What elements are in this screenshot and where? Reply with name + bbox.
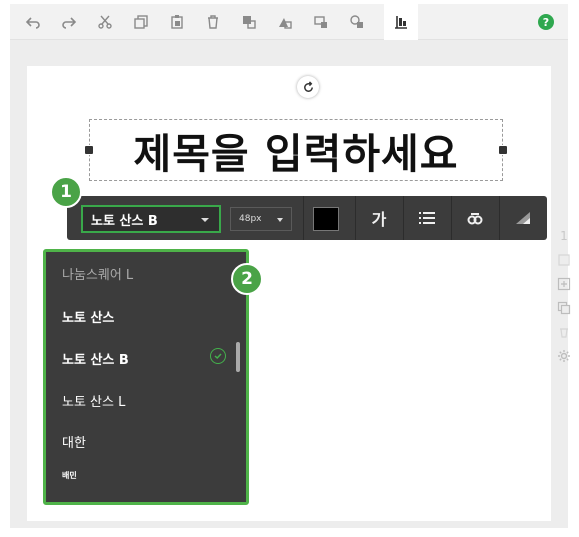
divider [355,196,356,240]
dropdown-scrollbar[interactable] [236,342,240,372]
font-option-noto-sans-l[interactable]: 노토 산스 L [62,391,125,410]
slide-canvas[interactable]: 제목을 입력하세요 노토 산스 B 48px 가 나눔스퀘어 L 노토 산스 노… [27,66,551,521]
font-family-value: 노토 산스 B [91,213,158,229]
step-badge-2: 2 [231,263,263,295]
font-option-noto-sans-b[interactable]: 노토 산스 B [62,349,129,368]
font-option-baemin[interactable]: 배민 [62,470,77,481]
rotate-icon[interactable] [297,76,319,98]
step-badge-1: 1 [50,176,82,208]
opacity-icon[interactable] [509,206,537,230]
delete-icon[interactable] [196,8,230,36]
check-icon [210,348,226,364]
page-thumbnail-icon[interactable] [556,252,572,268]
page-number: 1 [560,229,568,243]
cut-icon[interactable] [88,8,122,36]
send-backward-icon[interactable] [268,8,302,36]
divider [499,196,500,240]
divider [403,196,404,240]
settings-gear-icon[interactable] [556,348,572,364]
chevron-down-icon [201,218,209,222]
editor-app: ? 1 제목을 입력하세요 노토 산스 B 48px 가 나눔스퀘어 L 노토 … [10,4,571,528]
text-style-button[interactable]: 가 [365,206,393,230]
help-icon[interactable]: ? [538,14,554,30]
font-family-select[interactable]: 노토 산스 B [81,205,221,233]
font-size-value: 48px [239,214,262,224]
add-page-icon[interactable] [556,276,572,292]
main-toolbar: ? [10,4,568,40]
redo-icon[interactable] [52,8,86,36]
chevron-down-icon [277,218,283,222]
divider [451,196,452,240]
bring-forward-icon[interactable] [232,8,266,36]
ungroup-icon[interactable] [340,8,374,36]
undo-icon[interactable] [16,8,50,36]
group-icon[interactable] [304,8,338,36]
text-color-swatch[interactable] [313,207,339,231]
title-text[interactable]: 제목을 입력하세요 [90,120,502,180]
paste-icon[interactable] [160,8,194,36]
divider [303,196,304,240]
delete-page-icon[interactable] [556,324,572,340]
font-size-select[interactable]: 48px [230,207,292,231]
list-icon[interactable] [413,206,441,230]
font-option-nanum-square-l[interactable]: 나눔스퀘어 L [62,264,133,283]
text-format-toolbar: 노토 산스 B 48px 가 [67,196,547,240]
duplicate-page-icon[interactable] [556,300,572,316]
resize-handle-left[interactable] [84,145,94,155]
font-family-dropdown: 나눔스퀘어 L 노토 산스 노토 산스 B 노토 산스 L 대한 배민 [43,249,249,505]
align-icon[interactable] [384,4,418,40]
copy-icon[interactable] [124,8,158,36]
font-option-daehan[interactable]: 대한 [62,432,86,451]
link-icon[interactable] [461,206,489,230]
title-text-box[interactable]: 제목을 입력하세요 [84,119,508,181]
resize-handle-right[interactable] [498,145,508,155]
font-option-noto-sans[interactable]: 노토 산스 [62,307,114,326]
